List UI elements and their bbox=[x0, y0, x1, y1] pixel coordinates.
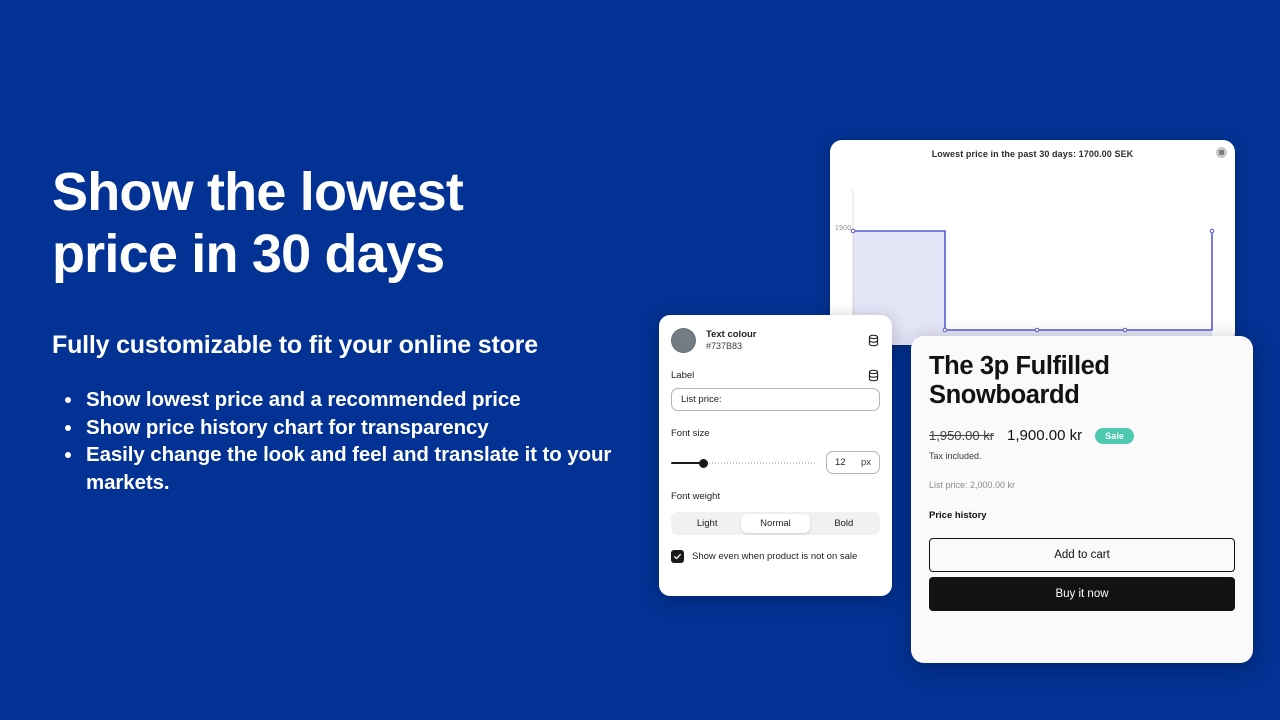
list-price-text: List price: 2,000.00 kr bbox=[929, 480, 1016, 491]
database-icon[interactable] bbox=[867, 369, 880, 382]
list-item: Show lowest price and a recommended pric… bbox=[52, 386, 632, 413]
font-weight-label: Font weight bbox=[671, 491, 721, 502]
price-history-chart-panel: Lowest price in the past 30 days: 1700.0… bbox=[830, 140, 1235, 345]
font-size-unit: px bbox=[860, 457, 871, 468]
price-history-label[interactable]: Price history bbox=[929, 510, 1235, 521]
label-input[interactable] bbox=[671, 388, 880, 411]
font-weight-option-light[interactable]: Light bbox=[673, 514, 741, 533]
font-weight-segmented-control: Light Normal Bold bbox=[671, 512, 880, 535]
font-size-slider[interactable] bbox=[671, 457, 816, 469]
feature-list: Show lowest price and a recommended pric… bbox=[52, 386, 652, 496]
font-weight-option-bold[interactable]: Bold bbox=[810, 514, 878, 533]
hero-copy: Show the lowest price in 30 days Fully c… bbox=[52, 162, 652, 496]
database-icon[interactable] bbox=[867, 334, 880, 347]
label-field-label: Label bbox=[671, 370, 695, 381]
hero-subheading: Fully customizable to fit your online st… bbox=[52, 331, 538, 360]
y-axis-tick-label: 1900 bbox=[835, 225, 852, 232]
page-title: Show the lowest price in 30 days bbox=[52, 162, 464, 284]
text-colour-setting[interactable]: Text colour #737B83 bbox=[671, 328, 880, 353]
list-item: Easily change the look and feel and tran… bbox=[52, 441, 632, 496]
show-when-not-on-sale-label: Show even when product is not on sale bbox=[692, 551, 858, 562]
price-history-chart bbox=[850, 190, 1215, 345]
promo-banner: Show the lowest price in 30 days Fully c… bbox=[0, 0, 1280, 720]
product-title: The 3p Fulfilled Snowboardd bbox=[929, 352, 1110, 410]
colour-swatch[interactable] bbox=[671, 328, 696, 353]
list-item: Show price history chart for transparenc… bbox=[52, 414, 632, 441]
show-when-not-on-sale-checkbox[interactable] bbox=[671, 550, 684, 563]
slider-handle[interactable] bbox=[698, 458, 708, 468]
font-size-control: 12 px bbox=[671, 451, 880, 474]
product-card: The 3p Fulfilled Snowboardd 1,950.00 kr … bbox=[911, 336, 1253, 663]
slider-track-remaining bbox=[702, 461, 816, 464]
font-weight-option-normal[interactable]: Normal bbox=[741, 514, 810, 533]
block-settings-panel: Text colour #737B83 Label Font size bbox=[659, 315, 892, 596]
font-size-stepper[interactable]: 12 px bbox=[826, 451, 880, 474]
status-badge: Sale bbox=[1095, 427, 1135, 444]
checkmark-icon bbox=[674, 553, 681, 560]
current-price: 1,900.00 kr bbox=[1007, 427, 1083, 445]
add-to-cart-button[interactable]: Add to cart bbox=[929, 538, 1235, 573]
text-colour-value: #737B83 bbox=[706, 340, 743, 351]
label-field-header: Label bbox=[671, 369, 880, 382]
compare-at-price: 1,950.00 kr bbox=[929, 428, 995, 444]
price-row: 1,950.00 kr 1,900.00 kr Sale bbox=[929, 427, 1235, 444]
text-colour-label: Text colour bbox=[706, 329, 757, 341]
font-size-value: 12 bbox=[835, 457, 846, 468]
tax-note: Tax included. bbox=[929, 451, 982, 462]
buy-it-now-button[interactable]: Buy it now bbox=[929, 577, 1235, 612]
show-when-not-on-sale-row[interactable]: Show even when product is not on sale bbox=[671, 550, 880, 563]
font-size-label: Font size bbox=[671, 428, 710, 439]
